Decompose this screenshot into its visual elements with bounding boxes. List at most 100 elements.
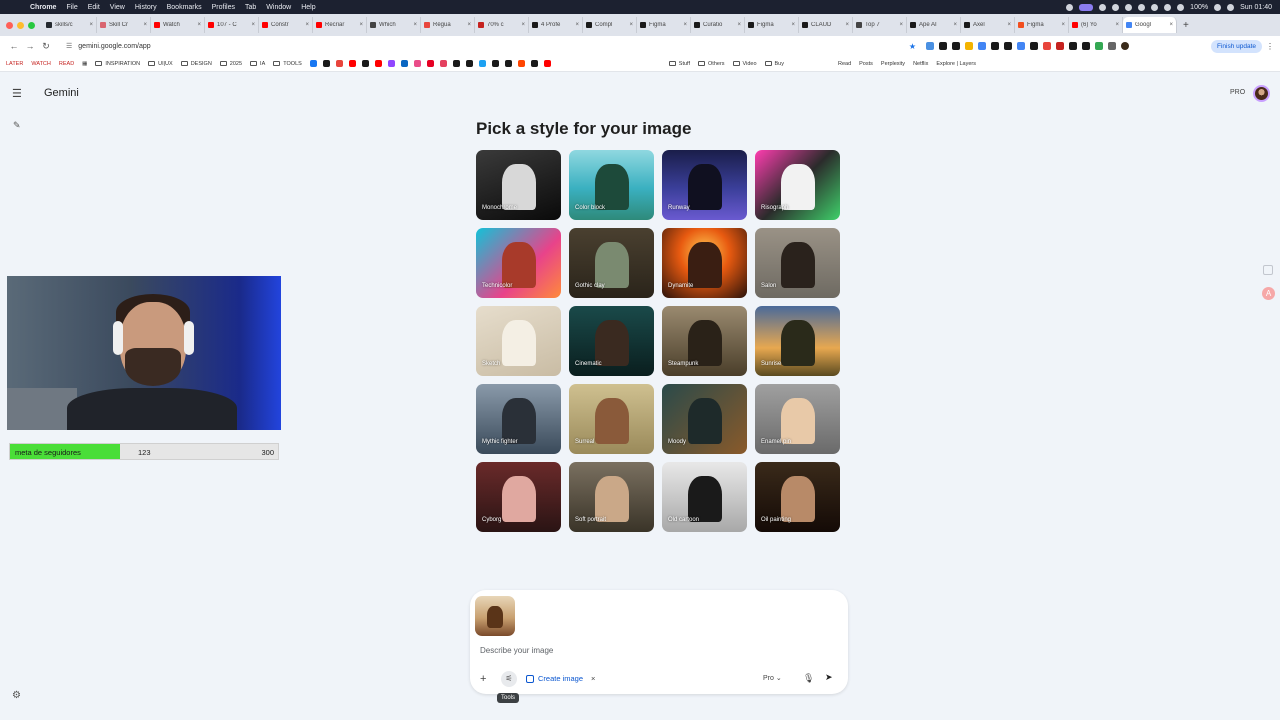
forward-icon[interactable]: →	[22, 41, 38, 51]
style-card[interactable]: Steampunk	[662, 306, 747, 376]
browser-tab[interactable]: Skill Cr ×	[97, 17, 151, 33]
close-tab-icon[interactable]: ×	[359, 22, 363, 28]
style-card[interactable]: Salon	[755, 228, 840, 298]
close-tab-icon[interactable]: ×	[305, 22, 309, 28]
style-card[interactable]: Runway	[662, 150, 747, 220]
bookmark-later[interactable]: LATER	[6, 61, 23, 67]
close-tab-icon[interactable]: ×	[251, 22, 255, 28]
menu-app-name[interactable]: Chrome	[30, 4, 56, 11]
close-tab-icon[interactable]: ×	[89, 22, 93, 28]
address-bar[interactable]: ☰ gemini.google.com/app ★	[60, 39, 920, 53]
bookmark-folder[interactable]: UI|UX	[148, 61, 173, 67]
menu-file[interactable]: File	[66, 4, 77, 11]
browser-tab[interactable]: Which ×	[367, 17, 421, 33]
browser-tab[interactable]: skills/c ×	[43, 17, 97, 33]
style-card[interactable]: Monochrome	[476, 150, 561, 220]
close-tab-icon[interactable]: ×	[1169, 22, 1173, 28]
model-selector[interactable]: Pro ⌄	[763, 674, 782, 682]
browser-tab[interactable]: 70% c ×	[475, 17, 529, 33]
close-tab-icon[interactable]: ×	[683, 22, 687, 28]
browser-tab[interactable]: 107 - C ×	[205, 17, 259, 33]
status-icon[interactable]	[1066, 3, 1074, 11]
browser-tab[interactable]: Ape AI ×	[907, 17, 961, 33]
style-card[interactable]: Surreal	[569, 384, 654, 454]
send-button[interactable]: ➤	[825, 672, 833, 683]
screen-record-icon[interactable]	[1079, 3, 1094, 11]
microphone-icon[interactable]: 🎙	[803, 673, 814, 684]
bookmark-favicon-icon[interactable]	[361, 60, 369, 67]
browser-tab[interactable]: Googl ×	[1123, 17, 1177, 33]
extension-icon[interactable]	[926, 42, 934, 50]
create-image-chip[interactable]: Create image ×	[526, 674, 595, 683]
browser-tab[interactable]: 4 Profe ×	[529, 17, 583, 33]
bookmark-folder[interactable]: INSPIRATION	[95, 61, 140, 67]
menu-bookmarks[interactable]: Bookmarks	[167, 4, 202, 11]
extension-icon[interactable]	[1056, 42, 1064, 50]
status-icon[interactable]	[1151, 3, 1159, 11]
finish-update-button[interactable]: Finish update	[1210, 39, 1262, 53]
translate-icon[interactable]: A	[1262, 287, 1275, 300]
bookmark-favicon-icon[interactable]	[387, 60, 395, 67]
bookmark-favicon-icon[interactable]	[322, 60, 330, 67]
browser-tab[interactable]: Constr ×	[259, 17, 313, 33]
close-tab-icon[interactable]: ×	[791, 22, 795, 28]
bookmark-read[interactable]: READ	[59, 61, 74, 67]
bookmark-favicon-icon[interactable]	[374, 60, 382, 67]
browser-tab[interactable]: Régua ×	[421, 17, 475, 33]
style-card[interactable]: Mythic fighter	[476, 384, 561, 454]
close-tab-icon[interactable]: ×	[413, 22, 417, 28]
settings-gear-icon[interactable]: ⚙	[12, 690, 21, 701]
bookmark-watch[interactable]: WATCH	[31, 61, 51, 67]
bookmark-favicon-icon[interactable]	[504, 60, 512, 67]
bookmark-folder[interactable]: Video	[732, 61, 757, 67]
status-icon[interactable]	[1138, 3, 1146, 11]
bookmark-favicon-icon[interactable]	[426, 60, 434, 67]
close-tab-icon[interactable]: ×	[1007, 22, 1011, 28]
bookmark-folder[interactable]: TOOLS	[273, 61, 302, 67]
style-card[interactable]: Cinematic	[569, 306, 654, 376]
attached-image-thumbnail[interactable]	[475, 596, 515, 636]
bookmark-favicon-icon[interactable]	[478, 60, 486, 67]
style-card[interactable]: Technicolor	[476, 228, 561, 298]
bookmark-folder[interactable]: Buy	[764, 61, 784, 67]
extension-icon[interactable]	[1017, 42, 1025, 50]
bookmark-link[interactable]: Perplexity	[881, 61, 905, 67]
maximize-window-button[interactable]	[28, 21, 35, 29]
extension-icon[interactable]	[1004, 42, 1012, 50]
style-card[interactable]: Color block	[569, 150, 654, 220]
side-panel-icon[interactable]	[1263, 265, 1273, 275]
control-center-icon[interactable]	[1227, 3, 1235, 11]
bookmark-favicon-icon[interactable]	[335, 60, 343, 67]
close-tab-icon[interactable]: ×	[737, 22, 741, 28]
browser-tab[interactable]: Axel ×	[961, 17, 1015, 33]
browser-tab[interactable]: Figma ×	[745, 17, 799, 33]
style-card[interactable]: Cyborg	[476, 462, 561, 532]
close-tab-icon[interactable]: ×	[845, 22, 849, 28]
style-card[interactable]: Sketch	[476, 306, 561, 376]
close-tab-icon[interactable]: ×	[197, 22, 201, 28]
back-icon[interactable]: ←	[6, 41, 22, 51]
extension-icon[interactable]	[952, 42, 960, 50]
close-tab-icon[interactable]: ×	[899, 22, 903, 28]
site-info-icon[interactable]: ☰	[66, 42, 72, 50]
bookmark-favicon-icon[interactable]	[465, 60, 473, 67]
bookmark-favicon-icon[interactable]	[413, 60, 421, 67]
close-window-button[interactable]	[6, 21, 13, 29]
bookmark-folder[interactable]: IA	[250, 61, 265, 67]
wifi-icon[interactable]	[1177, 3, 1185, 11]
style-card[interactable]: Gothic clay	[569, 228, 654, 298]
bookmark-favicon-icon[interactable]	[400, 60, 408, 67]
close-tab-icon[interactable]: ×	[575, 22, 579, 28]
bookmark-favicon-icon[interactable]	[439, 60, 447, 67]
close-tab-icon[interactable]: ×	[143, 22, 147, 28]
avatar[interactable]	[1253, 85, 1270, 102]
close-tab-icon[interactable]: ×	[521, 22, 525, 28]
browser-tab[interactable]: Figma ×	[637, 17, 691, 33]
browser-tab[interactable]: Top 7 ×	[853, 17, 907, 33]
close-tab-icon[interactable]: ×	[1115, 22, 1119, 28]
style-card[interactable]: Risograph	[755, 150, 840, 220]
close-tab-icon[interactable]: ×	[629, 22, 633, 28]
bookmark-favicon-icon[interactable]	[517, 60, 525, 67]
style-card[interactable]: Sunrise	[755, 306, 840, 376]
status-icon[interactable]	[1164, 3, 1172, 11]
